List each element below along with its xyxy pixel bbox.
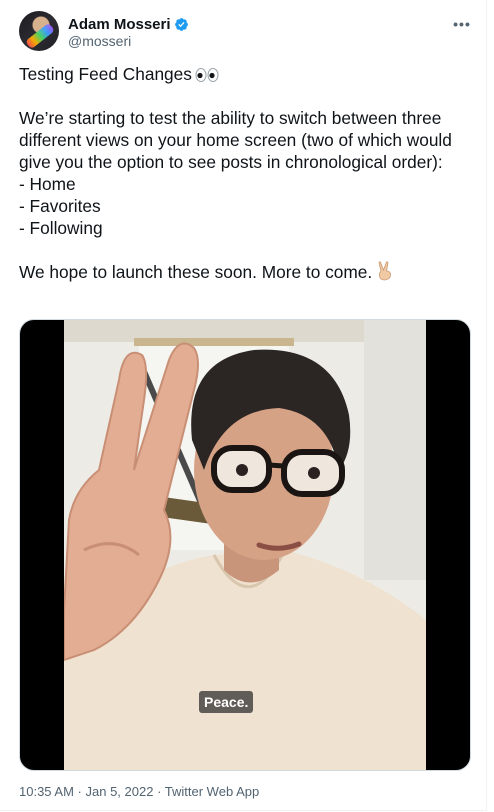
verified-badge-icon — [174, 17, 188, 31]
victory-hand-emoji-icon — [378, 261, 392, 281]
list-item-following: - Following — [19, 218, 103, 238]
list-item-favorites: - Favorites — [19, 196, 101, 216]
eyes-emoji-icon — [195, 68, 219, 82]
tweet-card: Adam Mosseri @mosseri ••• Testing Feed C… — [0, 0, 487, 811]
tweet-source[interactable]: Twitter Web App — [165, 784, 259, 799]
tweet-title: Testing Feed Changes — [19, 64, 192, 84]
tweet-date[interactable]: Jan 5, 2022 — [86, 784, 154, 799]
author-name-row[interactable]: Adam Mosseri — [68, 15, 189, 33]
tweet-closing: We hope to launch these soon. More to co… — [19, 262, 373, 282]
video-caption: Peace. — [199, 691, 254, 713]
tweet-paragraph: We’re starting to test the ability to sw… — [19, 108, 452, 172]
author-handle[interactable]: @mosseri — [68, 33, 131, 49]
author-display-name[interactable]: Adam Mosseri — [68, 16, 171, 33]
tweet-time[interactable]: 10:35 AM — [19, 784, 74, 799]
meta-separator: · — [73, 784, 86, 799]
tweet-metadata: 10:35 AM · Jan 5, 2022 · Twitter Web App — [19, 784, 259, 799]
meta-separator: · — [153, 784, 165, 799]
avatar[interactable] — [19, 11, 59, 51]
list-item-home: - Home — [19, 174, 76, 194]
tweet-text: Testing Feed Changes We’re starting to t… — [19, 63, 474, 283]
tweet-header: Adam Mosseri @mosseri ••• — [19, 11, 479, 51]
more-options-icon[interactable]: ••• — [451, 13, 473, 35]
